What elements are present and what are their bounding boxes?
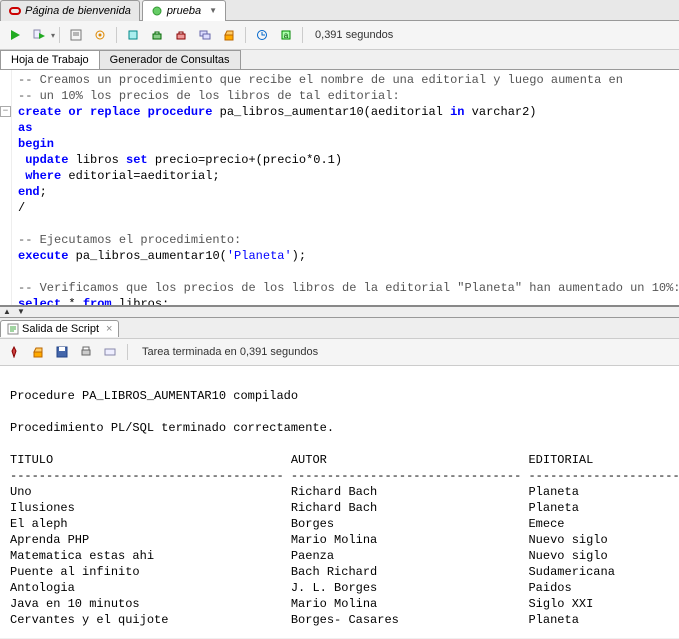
snippets-button[interactable]: a <box>276 25 296 45</box>
collapse-down-icon[interactable]: ▼ <box>14 307 28 317</box>
print-output-button[interactable] <box>77 343 95 361</box>
sql-file-icon <box>151 5 163 17</box>
subtab-worksheet[interactable]: Hoja de Trabajo <box>0 50 100 69</box>
commit-button[interactable] <box>147 25 167 45</box>
output-tabs: Salida de Script × <box>0 318 679 339</box>
elapsed-time: 0,391 segundos <box>315 29 393 41</box>
tab-label: prueba <box>167 5 201 17</box>
unshared-button[interactable] <box>195 25 215 45</box>
rollback-button[interactable] <box>171 25 191 45</box>
output-tab-label: Salida de Script <box>22 323 99 335</box>
output-toolbar: Tarea terminada en 0,391 segundos <box>0 339 679 366</box>
splitter[interactable]: ▲ ▼ <box>0 307 679 318</box>
save-output-button[interactable] <box>53 343 71 361</box>
buffer-size-button[interactable] <box>101 343 119 361</box>
subtab-query-builder[interactable]: Generador de Consultas <box>99 50 241 69</box>
gutter: − <box>0 70 12 305</box>
tab-dropdown-icon[interactable]: ▼ <box>209 6 217 15</box>
script-output[interactable]: Procedure PA_LIBROS_AUMENTAR10 compilado… <box>0 366 679 638</box>
explain-plan-button[interactable] <box>66 25 86 45</box>
run-button[interactable] <box>5 25 25 45</box>
sql-tuning-button[interactable] <box>123 25 143 45</box>
script-output-icon <box>7 323 19 335</box>
main-toolbar: ▾ a 0,391 segundos <box>0 21 679 50</box>
code-editor[interactable]: − -- Creamos un procedimiento que recibe… <box>0 70 679 307</box>
fold-toggle-icon[interactable]: − <box>0 106 11 117</box>
oracle-icon <box>9 5 21 17</box>
clear-button[interactable] <box>219 25 239 45</box>
pin-button[interactable] <box>5 343 23 361</box>
svg-text:a: a <box>284 31 289 40</box>
run-script-button[interactable] <box>29 25 49 45</box>
collapse-up-icon[interactable]: ▲ <box>0 307 14 317</box>
worksheet-subtabs: Hoja de Trabajo Generador de Consultas <box>0 50 679 70</box>
dropdown-icon[interactable]: ▾ <box>51 31 55 40</box>
tab-label: Página de bienvenida <box>25 5 131 17</box>
sql-history-button[interactable] <box>252 25 272 45</box>
autotrace-button[interactable] <box>90 25 110 45</box>
document-tabs: Página de bienvenida prueba ▼ <box>0 0 679 21</box>
output-status: Tarea terminada en 0,391 segundos <box>142 346 318 358</box>
tab-welcome[interactable]: Página de bienvenida <box>0 0 140 21</box>
close-icon[interactable]: × <box>106 323 112 335</box>
tab-prueba[interactable]: prueba ▼ <box>142 0 226 21</box>
code-area[interactable]: -- Creamos un procedimiento que recibe e… <box>12 70 679 305</box>
output-tab-script[interactable]: Salida de Script × <box>0 320 119 337</box>
clear-output-button[interactable] <box>29 343 47 361</box>
